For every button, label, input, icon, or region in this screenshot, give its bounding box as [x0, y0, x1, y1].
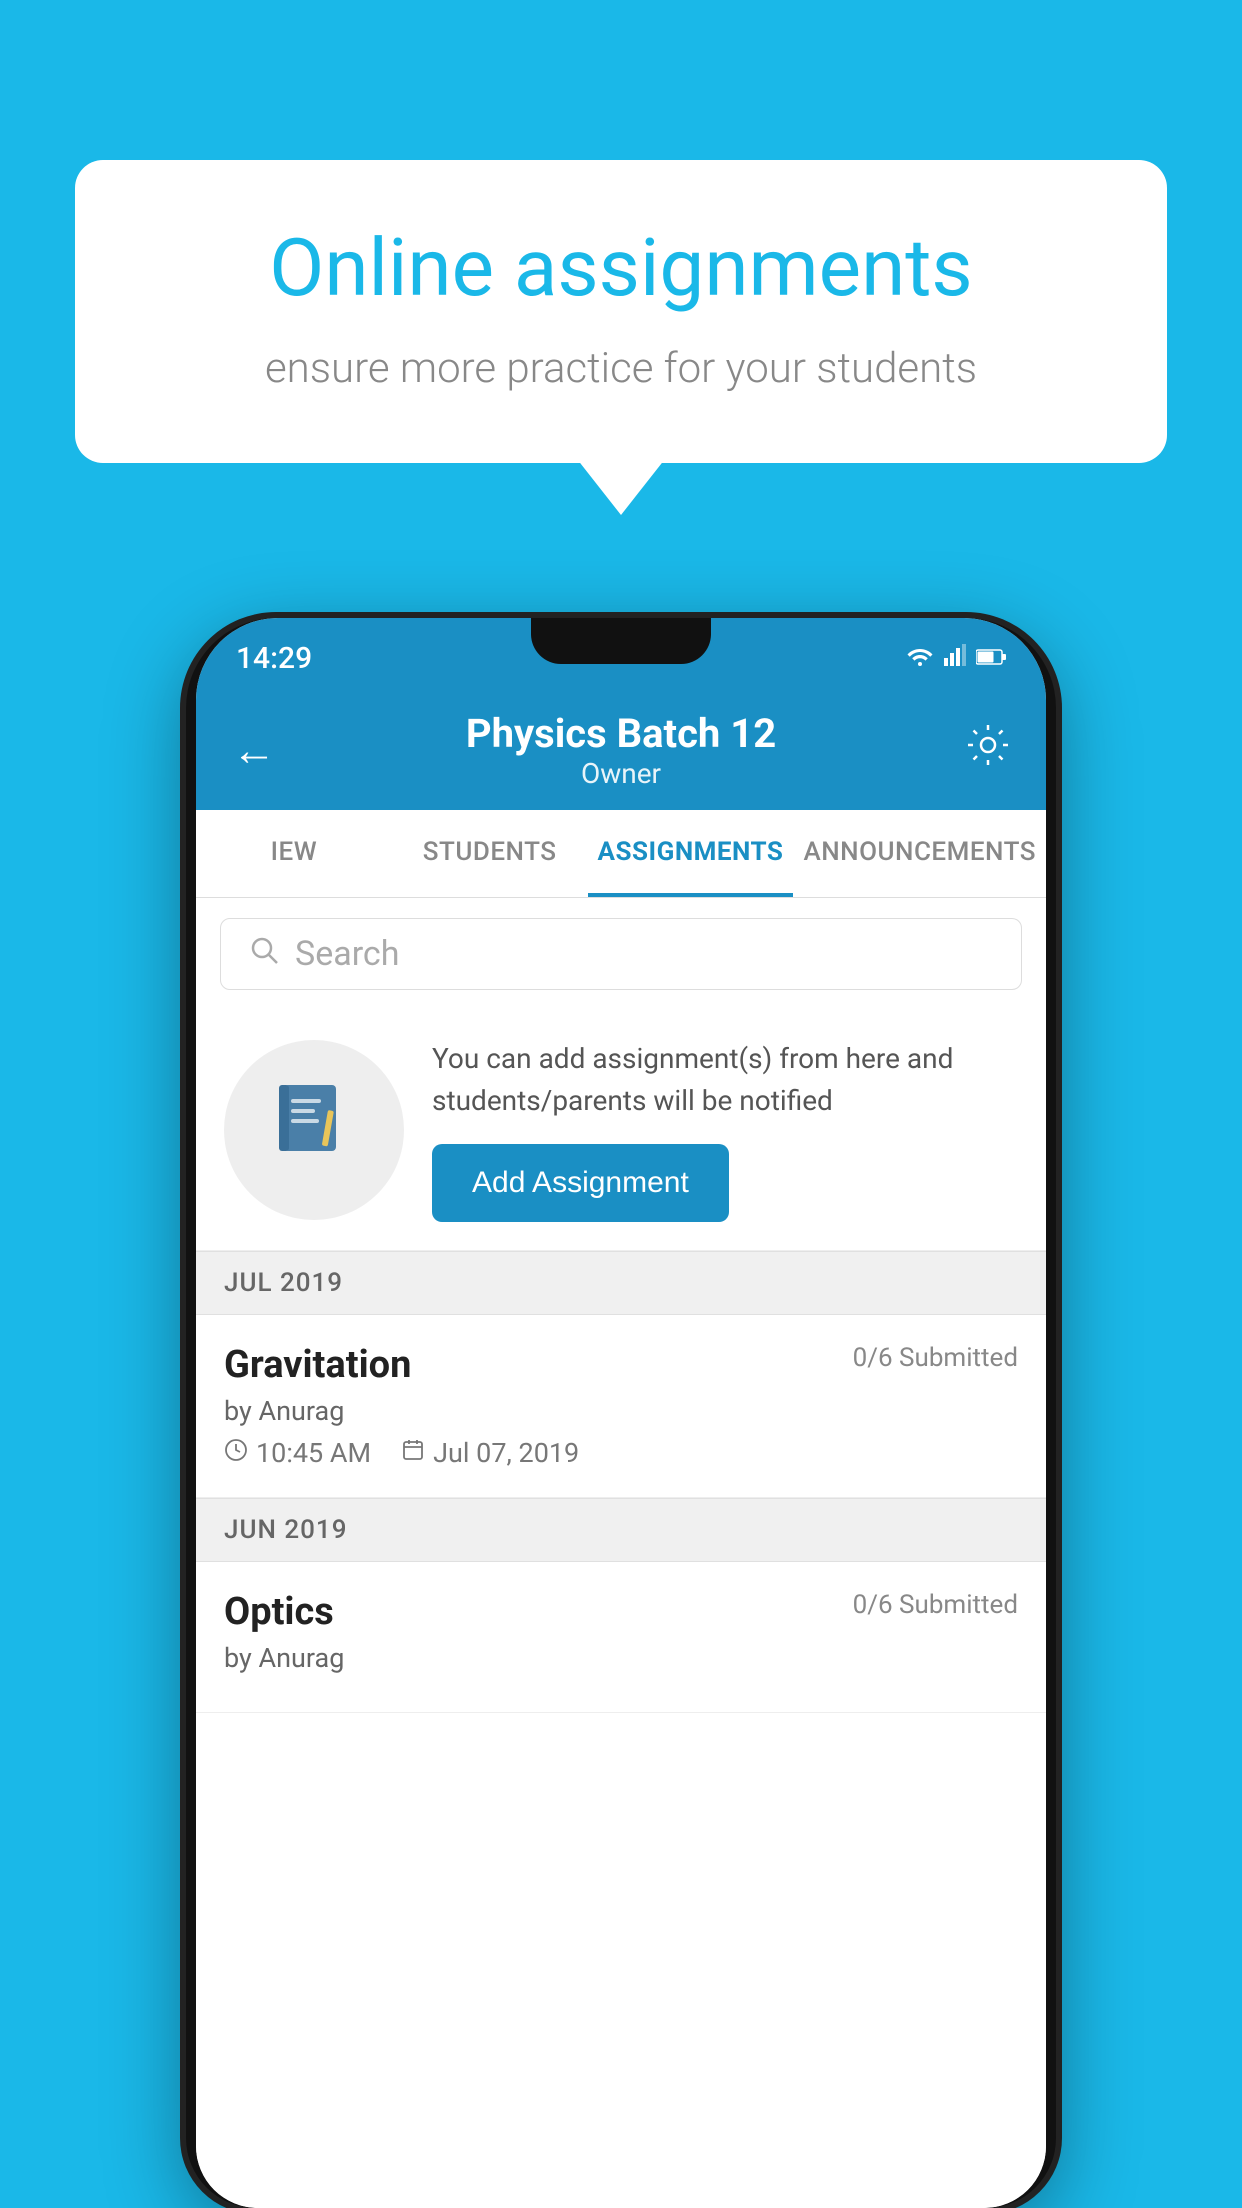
header-title: Physics Batch 12 — [466, 710, 776, 757]
tab-assignments[interactable]: ASSIGNMENTS — [588, 810, 794, 897]
promo-description: You can add assignment(s) from here and … — [432, 1038, 1018, 1122]
assignment-item-optics[interactable]: Optics 0/6 Submitted by Anurag — [196, 1562, 1046, 1713]
month-separator-jun: JUN 2019 — [196, 1498, 1046, 1562]
promo-card: You can add assignment(s) from here and … — [196, 1010, 1046, 1251]
search-bar[interactable]: Search — [220, 918, 1022, 990]
header-subtitle: Owner — [466, 757, 776, 790]
promo-text-area: You can add assignment(s) from here and … — [432, 1038, 1018, 1222]
search-icon — [249, 934, 279, 974]
assignment-item-gravitation[interactable]: Gravitation 0/6 Submitted by Anurag 10:4… — [196, 1315, 1046, 1498]
assignment-row-top-optics: Optics 0/6 Submitted — [224, 1590, 1018, 1634]
clock-icon — [224, 1438, 248, 1469]
calendar-icon — [401, 1438, 425, 1469]
status-time: 14:29 — [236, 641, 312, 676]
phone-screen: 14:29 — [196, 618, 1046, 2208]
search-input[interactable]: Search — [295, 934, 399, 974]
assignment-submitted: 0/6 Submitted — [853, 1343, 1018, 1373]
promo-banner: Online assignments ensure more practice … — [75, 160, 1167, 463]
assignment-author-optics: by Anurag — [224, 1642, 1018, 1674]
status-icons — [906, 643, 1006, 673]
notebook-icon — [269, 1075, 359, 1185]
search-container: Search — [196, 898, 1046, 1010]
settings-icon[interactable] — [966, 723, 1010, 778]
speech-bubble: Online assignments ensure more practice … — [75, 160, 1167, 463]
tab-overview[interactable]: IEW — [196, 810, 392, 897]
back-button[interactable]: ← — [232, 724, 276, 776]
signal-icon — [944, 643, 966, 673]
month-separator-jul: JUL 2019 — [196, 1251, 1046, 1315]
battery-icon — [976, 643, 1006, 673]
app-header: ← Physics Batch 12 Owner — [196, 690, 1046, 810]
tab-students[interactable]: STUDENTS — [392, 810, 588, 897]
assignment-row-top: Gravitation 0/6 Submitted — [224, 1343, 1018, 1387]
assignment-time: 10:45 AM — [224, 1437, 371, 1469]
assignment-icon-circle — [224, 1040, 404, 1220]
assignment-meta: 10:45 AM Jul 07, 2019 — [224, 1437, 1018, 1469]
assignment-author: by Anurag — [224, 1395, 1018, 1427]
assignment-date: Jul 07, 2019 — [401, 1437, 579, 1469]
tab-bar: IEW STUDENTS ASSIGNMENTS ANNOUNCEMENTS — [196, 810, 1046, 898]
tab-announcements[interactable]: ANNOUNCEMENTS — [793, 810, 1046, 897]
bubble-title: Online assignments — [155, 220, 1087, 316]
add-assignment-button[interactable]: Add Assignment — [432, 1144, 729, 1222]
phone-notch — [531, 618, 711, 664]
content-area: Search — [196, 898, 1046, 2208]
header-center: Physics Batch 12 Owner — [466, 710, 776, 790]
wifi-icon — [906, 643, 934, 673]
assignment-title-optics: Optics — [224, 1590, 334, 1634]
phone-frame: 14:29 — [186, 618, 1056, 2208]
bubble-subtitle: ensure more practice for your students — [155, 344, 1087, 393]
assignment-submitted-optics: 0/6 Submitted — [853, 1590, 1018, 1620]
assignment-title: Gravitation — [224, 1343, 411, 1387]
